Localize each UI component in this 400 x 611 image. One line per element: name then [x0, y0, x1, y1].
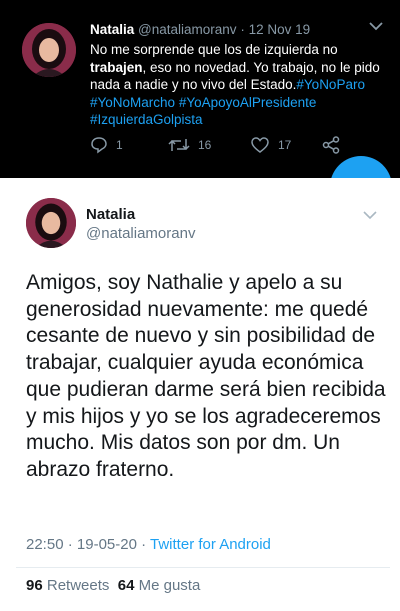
author-handle[interactable]: @nataliamoranv [138, 22, 237, 37]
tweet-source-link[interactable]: Twitter for Android [150, 536, 271, 553]
main-tweet: Natalia @nataliamoranv Amigos, soy Natha… [0, 178, 400, 611]
tweet-time: 22:50 [26, 536, 64, 553]
tweet-text: Amigos, soy Nathalie y apelo a su genero… [26, 271, 386, 481]
chevron-down-icon[interactable] [368, 20, 384, 32]
reply-button[interactable]: 1 [90, 136, 123, 154]
reply-count: 1 [116, 138, 123, 152]
author-name[interactable]: Natalia [86, 206, 135, 223]
author-name[interactable]: Natalia [90, 22, 134, 37]
chevron-down-icon[interactable] [362, 210, 378, 220]
top-tweet: Natalia @nataliamoranv · 12 Nov 19 No me… [0, 0, 400, 178]
likes-stat[interactable]: 64 Me gusta [118, 577, 201, 594]
hashtag-link[interactable]: #YoNoMarcho [90, 95, 175, 110]
reply-icon [91, 137, 107, 154]
hashtag-link[interactable]: #IzquierdaGolpista [90, 112, 203, 127]
retweet-count: 16 [198, 138, 212, 152]
compose-fab[interactable] [330, 156, 392, 178]
like-button[interactable]: 17 [250, 136, 291, 154]
avatar[interactable] [22, 23, 76, 77]
separator: · [240, 22, 245, 37]
author-handle[interactable]: @nataliamoranv [86, 225, 195, 242]
divider [16, 567, 390, 568]
tweet-actions: 1 16 17 [90, 136, 350, 156]
retweet-button[interactable]: 16 [168, 136, 211, 154]
tweet-stats: 96 Retweets 64 Me gusta [26, 577, 200, 594]
hashtag-link[interactable]: #YoNoParo [296, 77, 365, 92]
tweet-meta: 22:50 · 19-05-20 · Twitter for Android [26, 536, 271, 553]
bold-word: trabajen [90, 59, 143, 75]
avatar[interactable] [26, 198, 76, 248]
like-icon [251, 137, 269, 153]
tweet-text: No me sorprende que los de izquierda no … [90, 42, 380, 127]
tweet-header: Natalia @nataliamoranv · 12 Nov 19 [90, 22, 310, 37]
separator: · [67, 536, 73, 553]
separator: · [141, 536, 147, 553]
retweets-stat[interactable]: 96 Retweets [26, 577, 109, 594]
hashtag-link[interactable]: #YoApoyoAlPresidente [179, 95, 317, 110]
tweet-date[interactable]: 12 Nov 19 [249, 22, 311, 37]
like-count: 17 [278, 138, 292, 152]
share-button[interactable] [322, 136, 340, 154]
retweet-icon [168, 139, 190, 151]
tweet-date: 19-05-20 [76, 536, 137, 553]
share-icon [322, 136, 340, 154]
